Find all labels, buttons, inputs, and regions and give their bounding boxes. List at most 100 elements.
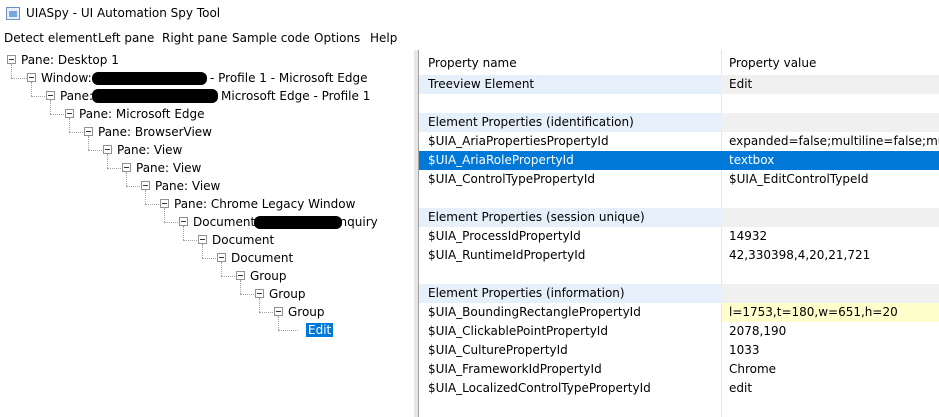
collapse-icon[interactable] [46,91,55,100]
tree-connector [88,150,104,151]
grid-row[interactable]: $UIA_ControlTypePropertyId $UIA_EditContr… [419,170,939,189]
grid-row[interactable]: $UIA_BoundingRectanglePropertyId l=1753,t… [419,303,939,322]
tree-connector [183,226,184,240]
row-name-background [419,189,721,208]
grid-row[interactable]: $UIA_ProcessIdPropertyId 14932 [419,227,939,246]
grid-group-row[interactable]: Element Properties (information) [419,284,939,303]
tree-connector [145,204,161,205]
window-title: UIASpy - UI Automation Spy Tool [26,6,221,20]
tree-connector [31,82,32,96]
property-grid[interactable]: Property name Property value Treeview El… [418,50,939,417]
tree-connector [221,276,237,277]
menu-help[interactable]: Help [370,31,397,45]
title-bar: UIASpy - UI Automation Spy Tool [0,0,939,28]
tree-connector [11,78,27,79]
row-name-background [419,94,721,113]
property-value-cell: $UIA_EditControlTypeId [729,172,869,186]
property-value-cell: 2078,190 [729,324,787,338]
tree-connector [278,330,298,331]
tree-connector [88,136,89,150]
collapse-icon[interactable] [65,109,74,118]
collapse-icon[interactable] [103,145,112,154]
tree-connector [31,96,47,97]
collapse-icon[interactable] [84,127,93,136]
grid-row[interactable]: $UIA_RuntimeIdPropertyId 42,330398,4,20,2… [419,246,939,265]
tree-connector [107,154,108,168]
grid-row[interactable]: $UIA_FrameworkIdPropertyId Chrome [419,360,939,379]
property-name-cell: $UIA_ControlTypePropertyId [428,172,596,186]
tree-connector [259,298,260,312]
tree-connector [202,244,203,258]
property-name-cell: $UIA_AriaPropertiesPropertyId [428,134,609,148]
menu-options[interactable]: Options [314,31,360,45]
grid-row[interactable]: $UIA_ClickablePointPropertyId 2078,190 [419,322,939,341]
collapse-icon[interactable] [160,199,169,208]
grid-group-row[interactable]: Element Properties (identification) [419,113,939,132]
tree-connector [69,132,85,133]
property-name-cell: $UIA_ClickablePointPropertyId [428,324,608,338]
menu-right-pane[interactable]: Right pane [162,31,227,45]
property-value-cell: 42,330398,4,20,21,721 [729,248,871,262]
property-name-cell: Element Properties (identification) [428,115,634,129]
tree-connector [259,312,275,313]
grid-row[interactable]: $UIA_LocalizedControlTypePropertyId edit [419,379,939,398]
grid-row[interactable]: $UIA_AriaPropertiesPropertyId expanded=fa… [419,132,939,151]
tree-connector [164,208,165,222]
collapse-icon[interactable] [141,181,150,190]
grid-row[interactable]: $UIA_AriaRolePropertyId textbox [419,151,939,170]
app-icon [6,7,20,20]
column-header-property-value[interactable]: Property value [729,56,816,70]
tree-connector [11,64,12,78]
grid-group-row[interactable]: Treeview Element Edit [419,75,939,94]
property-value-cell: 14932 [729,229,768,243]
redaction-mark [92,89,218,103]
property-name-cell: $UIA_BoundingRectanglePropertyId [428,305,641,319]
collapse-icon[interactable] [122,163,131,172]
collapse-icon[interactable] [236,271,245,280]
tree-connector [50,100,51,114]
tree-connector [69,118,70,132]
collapse-icon[interactable] [217,253,226,262]
property-name-cell: $UIA_FrameworkIdPropertyId [428,362,602,376]
property-name-cell: $UIA_LocalizedControlTypePropertyId [428,381,651,395]
tree-connector [278,316,279,330]
tree-connector [145,190,146,204]
property-value-cell: 1033 [729,343,760,357]
grid-row [419,189,939,208]
collapse-icon[interactable] [179,217,188,226]
collapse-icon[interactable] [27,73,36,82]
tree-connector [221,262,222,276]
collapse-icon[interactable] [7,55,16,64]
tree-view[interactable]: Pane: Desktop 1 Window: - Profile 1 - Mi… [0,50,414,417]
collapse-icon[interactable] [274,307,283,316]
column-header-property-name[interactable]: Property name [428,56,517,70]
tree-connector [50,114,66,115]
tree-connector [164,222,180,223]
collapse-icon[interactable] [255,289,264,298]
grid-group-row[interactable]: Element Properties (session unique) [419,208,939,227]
property-name-cell: $UIA_CulturePropertyId [428,343,568,357]
property-name-cell: $UIA_RuntimeIdPropertyId [428,248,586,262]
property-value-cell: expanded=false;multiline=false;multisele… [729,134,939,148]
tree-connector [126,172,127,186]
tree-node-edit-label: Edit [306,323,334,337]
redaction-mark [254,216,342,229]
property-value-cell: edit [729,381,753,395]
tree-connector [240,294,256,295]
property-name-cell: $UIA_AriaRolePropertyId [428,153,574,167]
grid-header: Property name Property value [419,50,939,76]
property-value-cell: Edit [729,77,753,91]
collapse-icon[interactable] [198,235,207,244]
tree-connector [202,258,218,259]
grid-row[interactable]: $UIA_CulturePropertyId 1033 [419,341,939,360]
property-value-cell: l=1753,t=180,w=651,h=20 [729,305,898,319]
menu-sample-code[interactable]: Sample code [232,31,310,45]
tree-connector [107,168,123,169]
row-name-background [419,265,721,284]
property-value-cell: textbox [729,153,775,167]
grid-row [419,265,939,284]
menu-detect-element[interactable]: Detect element [4,31,97,45]
tree-connector [126,186,142,187]
property-value-cell: Chrome [729,362,777,376]
menu-left-pane[interactable]: Left pane [98,31,154,45]
